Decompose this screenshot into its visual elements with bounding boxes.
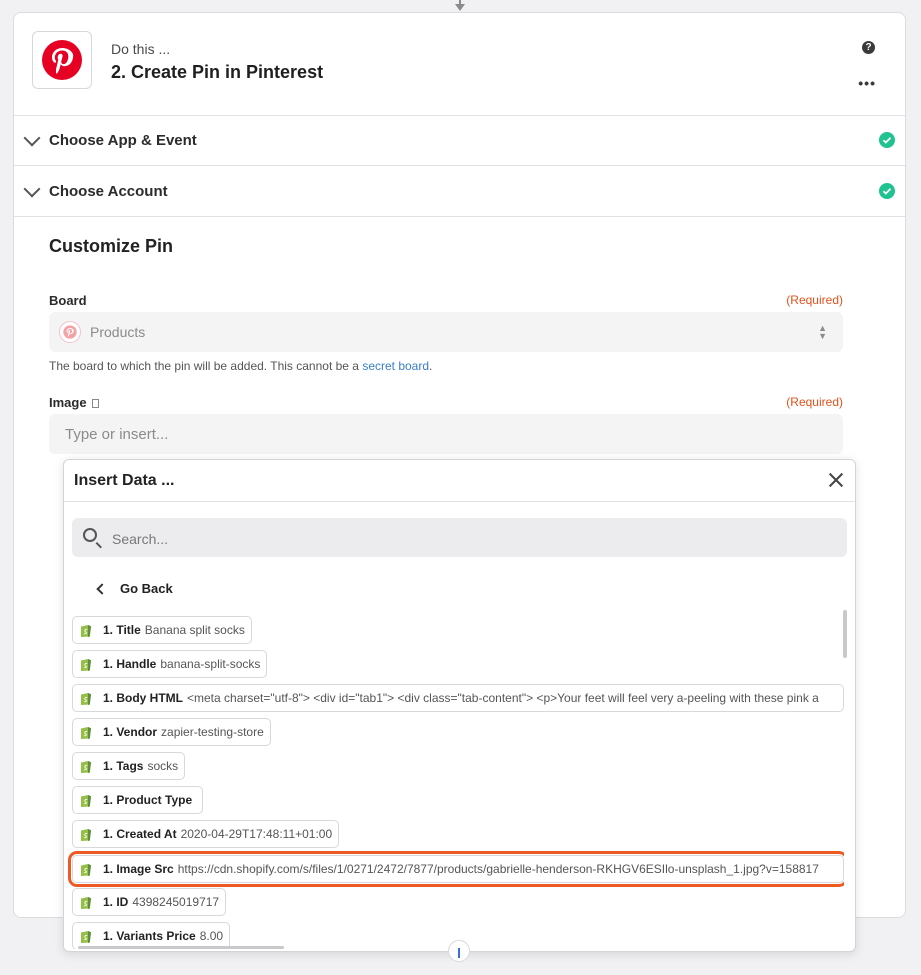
board-hint: The board to which the pin will be added… [49,359,432,373]
data-item-id[interactable]: 1. ID 4398245019717 [72,888,227,916]
data-item-key: 1. Handle [103,657,157,671]
pinterest-app-logo [32,31,92,89]
data-item-tags[interactable]: 1. Tags socks [72,752,186,780]
section-label: Choose App & Event [49,132,197,149]
shopify-icon [81,659,91,671]
section-label: Choose Account [49,183,168,200]
data-item-value: 4398245019717 [132,895,220,909]
check-circle-icon [879,183,895,199]
add-step-icon[interactable] [448,940,470,962]
data-item-value: zapier-testing-store [161,725,264,739]
search-input[interactable] [110,518,834,559]
hint-end: . [429,359,433,373]
data-item-body-html[interactable]: 1. Body HTML <meta charset="utf-8"> <div… [72,684,844,712]
board-select-value: Products [90,324,146,340]
board-required-label: (Required) [786,293,843,307]
data-item-key: 1. Image Src [103,862,174,876]
close-icon[interactable] [827,471,845,489]
secret-board-link[interactable]: secret board [362,359,429,373]
image-required-label: (Required) [786,395,843,409]
pinterest-icon [42,40,82,80]
data-items-list[interactable]: 1. Title Banana split socks 1. Handle ba… [64,613,844,949]
shopify-icon [81,727,91,739]
data-item-key: 1. Vendor [103,725,158,739]
horizontal-scrollbar[interactable] [78,946,284,949]
check-circle-icon [879,132,895,148]
shopify-icon [81,897,91,909]
popup-title: Insert Data ... [74,472,175,489]
image-label-text: Image [49,395,87,410]
data-item-value: <meta charset="utf-8"> <div id="tab1"> <… [187,691,819,705]
shopify-icon [81,829,91,841]
data-item-key: 1. Tags [103,759,144,773]
go-back-label: Go Back [120,581,173,596]
step-title: 2. Create Pin in Pinterest [111,62,324,82]
data-item-key: 1. ID [103,895,129,909]
board-label: Board [49,293,87,308]
section-title: Customize Pin [49,236,174,256]
data-item-variants-price[interactable]: 1. Variants Price 8.00 [72,922,231,949]
data-item-key: 1. Title [103,623,141,637]
hint-text: The board to which the pin will be added… [49,359,363,373]
data-item-product-type[interactable]: 1. Product Type [72,786,204,814]
popup-header: Insert Data ... [64,460,855,502]
search-icon [83,528,97,542]
data-item-value: Banana split socks [144,623,245,637]
shopify-icon [81,625,91,637]
go-back-button[interactable]: Go Back [96,581,173,596]
search-box[interactable] [72,518,847,559]
help-icon[interactable]: ? [862,41,875,54]
data-item-value: socks [147,759,179,773]
image-field[interactable] [49,414,843,454]
shopify-icon [81,693,91,705]
chevron-left-icon [96,582,108,595]
shopify-icon [81,931,91,943]
step-prefix: Do this ... [111,41,171,57]
data-item-image-src[interactable]: 1. Image Src https://cdn.shopify.com/s/f… [68,851,844,887]
data-item-key: 1. Body HTML [103,691,183,705]
data-item-value: banana-split-socks [160,657,261,671]
chevron-down-icon [23,180,41,198]
step-header[interactable]: Do this ... 2. Create Pin in Pinterest ?… [14,13,905,116]
data-item-handle[interactable]: 1. Handle banana-split-socks [72,650,268,678]
chevron-down-icon [23,129,41,147]
data-item-value: 8.00 [199,929,224,943]
shopify-icon [81,795,91,807]
vertical-scrollbar[interactable] [843,610,847,658]
data-item-vendor[interactable]: 1. Vendor zapier-testing-store [72,718,271,746]
data-item-created-at[interactable]: 1. Created At 2020-04-29T17:48:11+01:00 [72,820,340,848]
section-choose-account[interactable]: Choose Account [14,166,905,217]
pinterest-icon [59,321,81,343]
file-icon [91,399,99,409]
insert-data-popup: Insert Data ... Go Back 1. Title Banana … [63,459,856,952]
shopify-icon [81,761,91,773]
image-input[interactable] [49,414,843,454]
board-select[interactable]: Products ▲ ▼ [49,312,843,352]
data-item-value: https://cdn.shopify.com/s/files/1/0271/2… [177,862,819,876]
data-item-title[interactable]: 1. Title Banana split socks [72,616,252,644]
section-choose-app-event[interactable]: Choose App & Event [14,115,905,166]
image-label: Image [49,395,99,410]
data-item-value: 2020-04-29T17:48:11+01:00 [180,827,333,841]
data-item-key: 1. Created At [103,827,177,841]
more-options-icon[interactable]: ••• [858,75,876,91]
shopify-icon [81,864,91,876]
data-item-key: 1. Product Type [103,793,193,807]
select-arrows-icon: ▲ ▼ [818,323,827,341]
flow-arrow-icon [455,4,465,11]
data-item-key: 1. Variants Price [103,929,196,943]
